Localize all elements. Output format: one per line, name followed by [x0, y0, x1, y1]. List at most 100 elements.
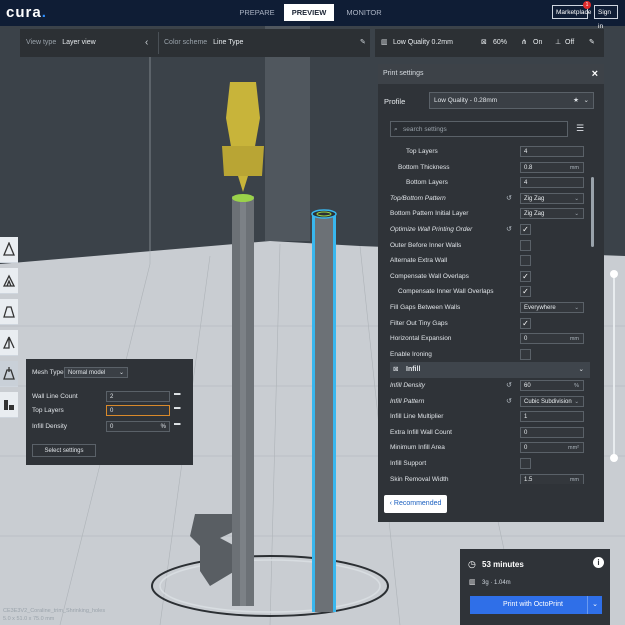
- setting-row: Bottom Layers 4: [390, 175, 590, 191]
- setting-label: Alternate Extra Wall: [390, 257, 448, 265]
- setting-value: Zig Zag: [524, 195, 545, 202]
- top-layers-field[interactable]: 0: [106, 405, 170, 416]
- adhesion-icon: ⊥: [555, 39, 562, 46]
- remove-icon[interactable]: ▬: [174, 420, 181, 427]
- sign-in-button[interactable]: Sign in: [594, 5, 618, 30]
- setting-row: Infill Pattern ↺ Cubic Subdivision ⌄: [390, 394, 590, 410]
- scale-icon: [3, 274, 15, 287]
- setting-dropdown[interactable]: Cubic Subdivision ⌄: [520, 395, 584, 407]
- setting-input[interactable]: 0: [520, 426, 584, 438]
- setting-checkbox[interactable]: [520, 458, 531, 469]
- remove-icon[interactable]: ▬: [174, 390, 181, 397]
- support-summary: On: [533, 39, 543, 46]
- setting-input[interactable]: 1.5 mm: [520, 473, 584, 484]
- layer-slider-bottom-handle[interactable]: [610, 454, 618, 462]
- scale-tool-button[interactable]: [0, 268, 18, 294]
- setting-label: Extra Infill Wall Count: [390, 428, 452, 436]
- settings-category[interactable]: Infill ⊠ ⌄: [390, 362, 590, 378]
- setting-label: Horizontal Expansion: [390, 335, 452, 343]
- color-scheme-value: Line Type: [213, 39, 244, 46]
- setting-dropdown[interactable]: Zig Zag ⌄: [520, 208, 584, 220]
- setting-label: Infill: [406, 366, 421, 374]
- info-icon[interactable]: i: [593, 557, 604, 568]
- setting-input[interactable]: 4: [520, 177, 584, 189]
- setting-value: Zig Zag: [524, 211, 545, 218]
- setting-checkbox[interactable]: ✓: [520, 224, 531, 235]
- chevron-down-icon[interactable]: ⌄: [587, 596, 602, 614]
- recommended-button[interactable]: ‹ Recommended: [384, 495, 447, 513]
- per-model-settings-panel: Mesh Type Normal model ⌄ Wall Line Count…: [26, 359, 193, 465]
- panel-title: Print settings: [383, 70, 424, 77]
- material-usage: 3g · 1.04m: [482, 580, 511, 586]
- reset-icon[interactable]: ↺: [506, 222, 512, 238]
- support-blocker-button[interactable]: [0, 392, 18, 418]
- mesh-type-dropdown[interactable]: Normal model ⌄: [64, 367, 128, 378]
- color-scheme-label: Color scheme: [164, 39, 208, 46]
- setting-label: Bottom Thickness: [398, 163, 450, 171]
- setting-input[interactable]: 0 mm: [520, 333, 584, 345]
- setting-dropdown[interactable]: Everywhere ⌄: [520, 302, 584, 313]
- tab-prepare[interactable]: PREPARE: [235, 4, 279, 21]
- setting-checkbox[interactable]: [520, 255, 531, 267]
- estimated-time: 53 minutes: [482, 560, 524, 569]
- settings-menu-icon[interactable]: ☰: [576, 123, 584, 134]
- scrollbar[interactable]: [591, 177, 594, 247]
- infill-density-field[interactable]: 0 %: [106, 421, 170, 432]
- pencil-icon[interactable]: ✎: [360, 29, 366, 57]
- setting-row: Top Layers 4: [390, 144, 590, 160]
- profile-summary: Low Quality 0.2mm: [393, 39, 453, 46]
- view-type-selector[interactable]: View type Layer view: [26, 29, 96, 57]
- setting-value: 1.5: [524, 476, 533, 483]
- panel-header: Print settings ×: [378, 64, 604, 84]
- layer-slider-top-handle[interactable]: [610, 270, 618, 278]
- setting-checkbox[interactable]: [520, 239, 531, 251]
- tab-preview[interactable]: PREVIEW: [284, 4, 334, 21]
- profile-dropdown[interactable]: Low Quality - 0.28mm ★ ⌄: [429, 92, 594, 109]
- setting-row: Filter Out Tiny Gaps ✓: [390, 316, 590, 332]
- mirror-tool-button[interactable]: [0, 330, 18, 356]
- setting-checkbox[interactable]: ✓: [520, 286, 531, 298]
- setting-dropdown[interactable]: Zig Zag ⌄: [520, 192, 584, 204]
- view-type-label: View type: [26, 39, 57, 46]
- infill-icon: ⊠: [393, 366, 399, 374]
- setting-input[interactable]: 1: [520, 411, 584, 423]
- close-icon[interactable]: ×: [592, 64, 598, 84]
- setting-row: Enable Ironing: [390, 347, 590, 363]
- printer-icon: ▥: [381, 39, 388, 46]
- setting-checkbox[interactable]: [520, 348, 531, 360]
- clock-icon: ◷: [468, 559, 476, 569]
- setting-checkbox[interactable]: ✓: [520, 317, 531, 329]
- per-model-settings-icon: [3, 367, 15, 380]
- setting-checkbox[interactable]: ✓: [520, 270, 531, 282]
- reset-icon[interactable]: ↺: [506, 191, 512, 207]
- print-with-octoprint-button[interactable]: Print with OctoPrint ⌄: [470, 596, 602, 614]
- select-settings-button[interactable]: Select settings: [32, 444, 96, 457]
- setting-input[interactable]: 0.8 mm: [520, 161, 584, 173]
- setting-label: Skin Removal Width: [390, 475, 449, 483]
- setting-row: Horizontal Expansion 0 mm: [390, 331, 590, 347]
- setting-input[interactable]: 60%: [520, 380, 584, 391]
- setting-input[interactable]: 4: [520, 146, 584, 157]
- color-scheme-selector[interactable]: Color scheme Line Type: [164, 29, 243, 57]
- tab-monitor[interactable]: MONITOR: [342, 4, 386, 21]
- setting-input[interactable]: 0 mm²: [520, 442, 584, 454]
- per-model-settings-button[interactable]: [0, 361, 18, 387]
- infill-density-unit: %: [160, 424, 166, 430]
- remove-icon[interactable]: ▬: [174, 404, 181, 411]
- pencil-icon[interactable]: ✎: [589, 29, 595, 57]
- layer-slider-track[interactable]: [613, 274, 615, 458]
- print-button-label: Print with OctoPrint: [503, 601, 563, 608]
- chevron-left-icon[interactable]: ‹: [145, 29, 148, 57]
- reset-icon[interactable]: ↺: [506, 394, 512, 410]
- reset-icon[interactable]: ↺: [506, 378, 512, 394]
- search-settings-input[interactable]: ⌕ search settings: [390, 121, 568, 137]
- setting-value: 4: [524, 149, 528, 155]
- wall-line-count-field[interactable]: 2: [106, 391, 170, 402]
- move-tool-button[interactable]: [0, 237, 18, 263]
- star-icon[interactable]: ★: [573, 93, 579, 109]
- wall-line-count-value: 2: [110, 394, 114, 400]
- print-setup-bar[interactable]: ▥ Low Quality 0.2mm ⊠ 60% ⋔ On ⊥ Off ✎: [375, 29, 604, 57]
- setting-value: 0: [524, 429, 528, 436]
- setting-label: Infill Support: [390, 460, 427, 467]
- rotate-tool-button[interactable]: [0, 299, 18, 325]
